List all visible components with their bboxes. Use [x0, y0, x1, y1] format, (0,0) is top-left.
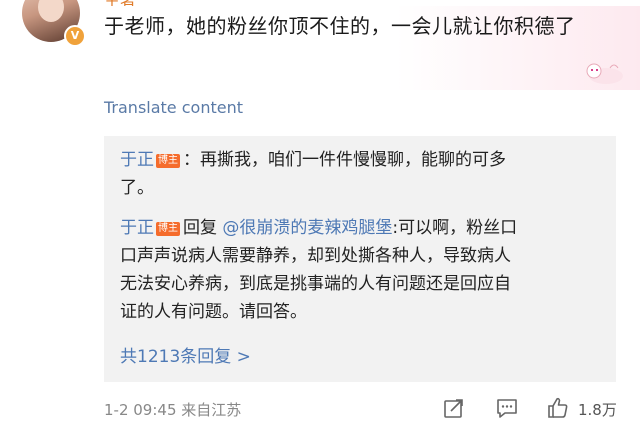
reply-text: ：再撕我，咱们一件件慢慢聊，能聊的可多: [183, 150, 506, 170]
mention-link[interactable]: @很崩溃的麦辣鸡腿堡: [222, 218, 392, 238]
reply-2-line-3: 无法安心养病，到底是挑事端的人有问题还是回应自: [120, 274, 511, 294]
more-replies-link[interactable]: 共1213条回复 >: [120, 342, 251, 367]
like-count: 1.8万: [578, 401, 617, 419]
like-thumb-icon[interactable]: [546, 396, 570, 420]
reply-text: :可以啊，粉丝口: [392, 218, 518, 238]
post-time-source: 1-2 09:45 来自江苏: [104, 401, 242, 419]
reply-box: 于正 博主 ：再撕我，咱们一件件慢慢聊，能聊的可多 了。 于正 博主 回复 @很崩溃的麦…: [104, 136, 616, 382]
blogger-badge: 博主: [156, 154, 180, 168]
translate-link[interactable]: Translate content: [104, 98, 243, 117]
blogger-badge: 博主: [156, 222, 180, 236]
reply-2-line-2: 口声声说病人需要静养，却到处撕各种人，导致病人: [120, 246, 511, 266]
share-icon[interactable]: [442, 396, 466, 420]
sticker-deco-icon: [586, 63, 623, 84]
reply-2-line-1: 于正 博主 回复 @很崩溃的麦辣鸡腿堡:可以啊，粉丝口: [120, 214, 600, 242]
post-text: 于老师，她的粉丝你顶不住的，一会儿就让你积德了: [104, 14, 576, 38]
reply-2-line-4: 证的人有问题。请回答。: [120, 302, 307, 322]
reply-author[interactable]: 于正: [120, 150, 154, 170]
reply-author[interactable]: 于正: [120, 218, 154, 238]
verified-v-icon: V: [64, 25, 86, 47]
reply-1-line-2: 了。: [120, 178, 154, 198]
reply-1-line-1: 于正 博主 ：再撕我，咱们一件件慢慢聊，能聊的可多: [120, 146, 600, 174]
comment-icon[interactable]: [495, 396, 519, 420]
reply-prefix: 回复: [183, 218, 217, 238]
